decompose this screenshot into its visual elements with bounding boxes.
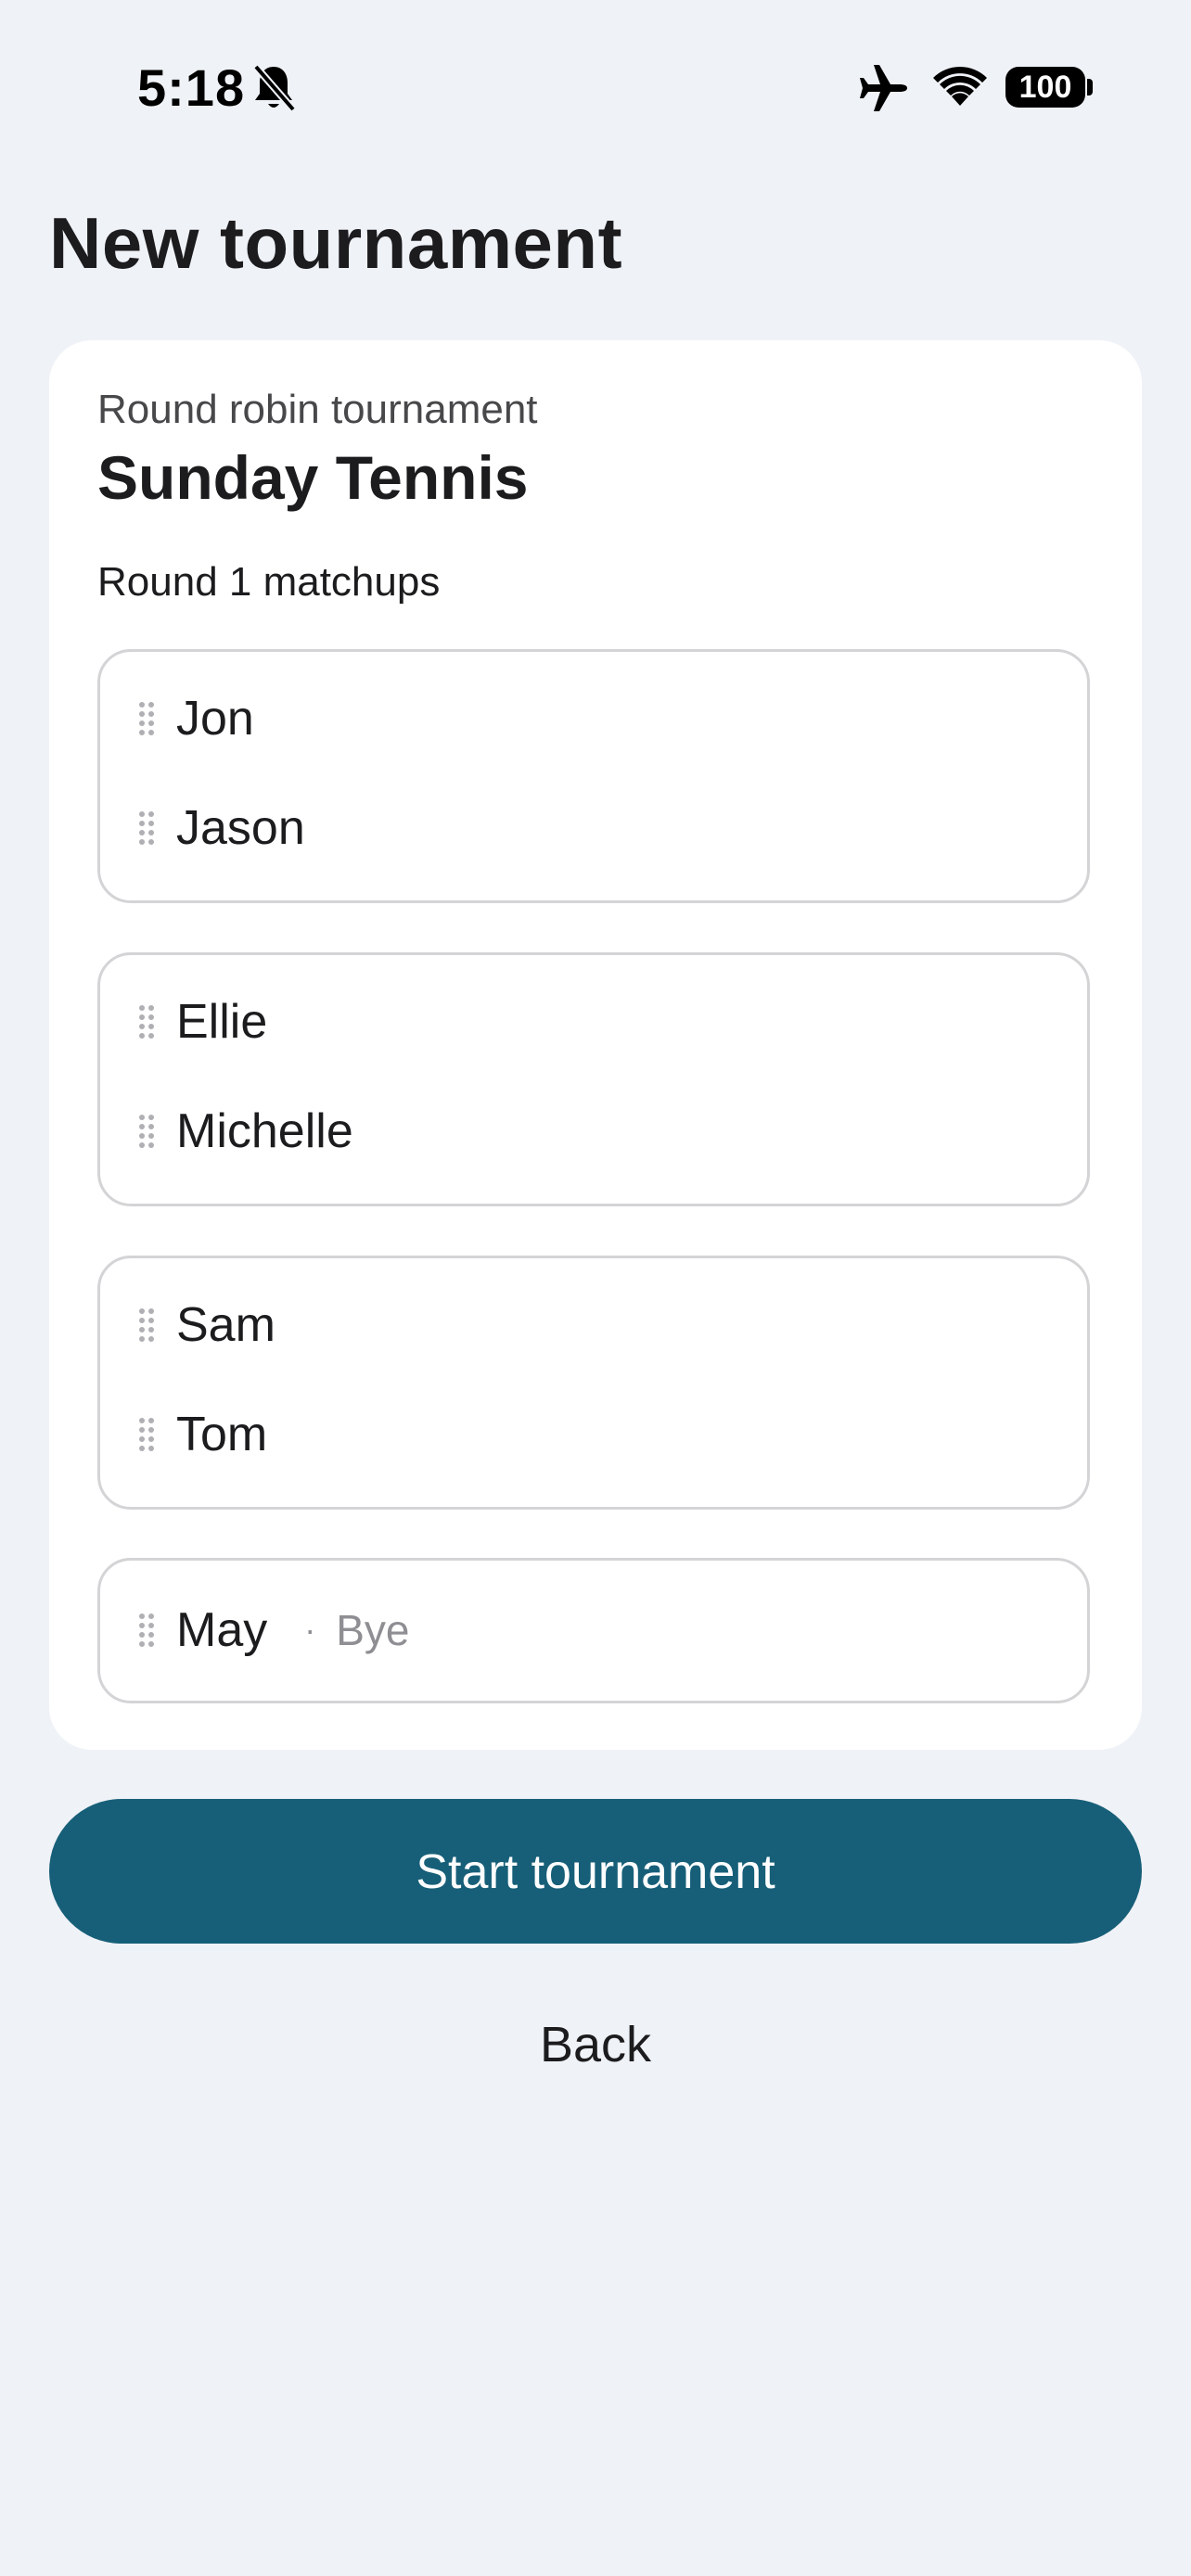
matchup-card: Jon Jason [97, 649, 1090, 903]
player-name: Ellie [176, 995, 268, 1049]
player-row[interactable]: Jon [137, 682, 254, 756]
back-button[interactable]: Back [410, 2003, 781, 2086]
tournament-type: Round robin tournament [97, 387, 538, 432]
player-name: Sam [176, 1298, 275, 1352]
player-name: Jon [176, 692, 254, 746]
bye-separator: · [304, 1611, 316, 1649]
player-name: May [176, 1603, 268, 1657]
status-bar: 5:18 100 [0, 0, 1191, 176]
tournament-name: Sunday Tennis [97, 443, 529, 512]
drag-handle-icon[interactable] [137, 1307, 156, 1344]
player-row[interactable]: May · Bye [137, 1593, 410, 1667]
player-name: Michelle [176, 1104, 353, 1158]
matchup-card: Sam Tom [97, 1256, 1090, 1510]
wifi-icon [933, 65, 987, 108]
status-time: 5:18 [137, 58, 246, 117]
player-row[interactable]: Ellie [137, 985, 267, 1059]
drag-handle-icon[interactable] [137, 1416, 156, 1453]
drag-handle-icon[interactable] [137, 1113, 156, 1150]
round-label: Round 1 matchups [97, 559, 441, 605]
page-title: New tournament [49, 202, 623, 284]
player-name: Jason [176, 801, 305, 855]
bye-card: May · Bye [97, 1558, 1090, 1703]
player-row[interactable]: Michelle [137, 1094, 353, 1168]
drag-handle-icon[interactable] [137, 700, 156, 737]
airplane-icon [857, 61, 911, 115]
drag-handle-icon[interactable] [137, 1003, 156, 1040]
player-row[interactable]: Tom [137, 1397, 267, 1472]
tournament-card: Round robin tournament Sunday Tennis Rou… [49, 340, 1142, 1750]
player-name: Tom [176, 1408, 268, 1461]
start-tournament-button[interactable]: Start tournament [49, 1799, 1142, 1944]
player-row[interactable]: Sam [137, 1288, 275, 1362]
bell-muted-icon [250, 63, 297, 113]
battery-tip [1087, 79, 1093, 96]
bye-label: Bye [336, 1606, 410, 1654]
matchup-card: Ellie Michelle [97, 952, 1090, 1206]
battery-icon: 100 [1005, 67, 1085, 108]
drag-handle-icon[interactable] [137, 810, 156, 847]
player-row[interactable]: Jason [137, 791, 305, 865]
drag-handle-icon[interactable] [137, 1612, 156, 1649]
